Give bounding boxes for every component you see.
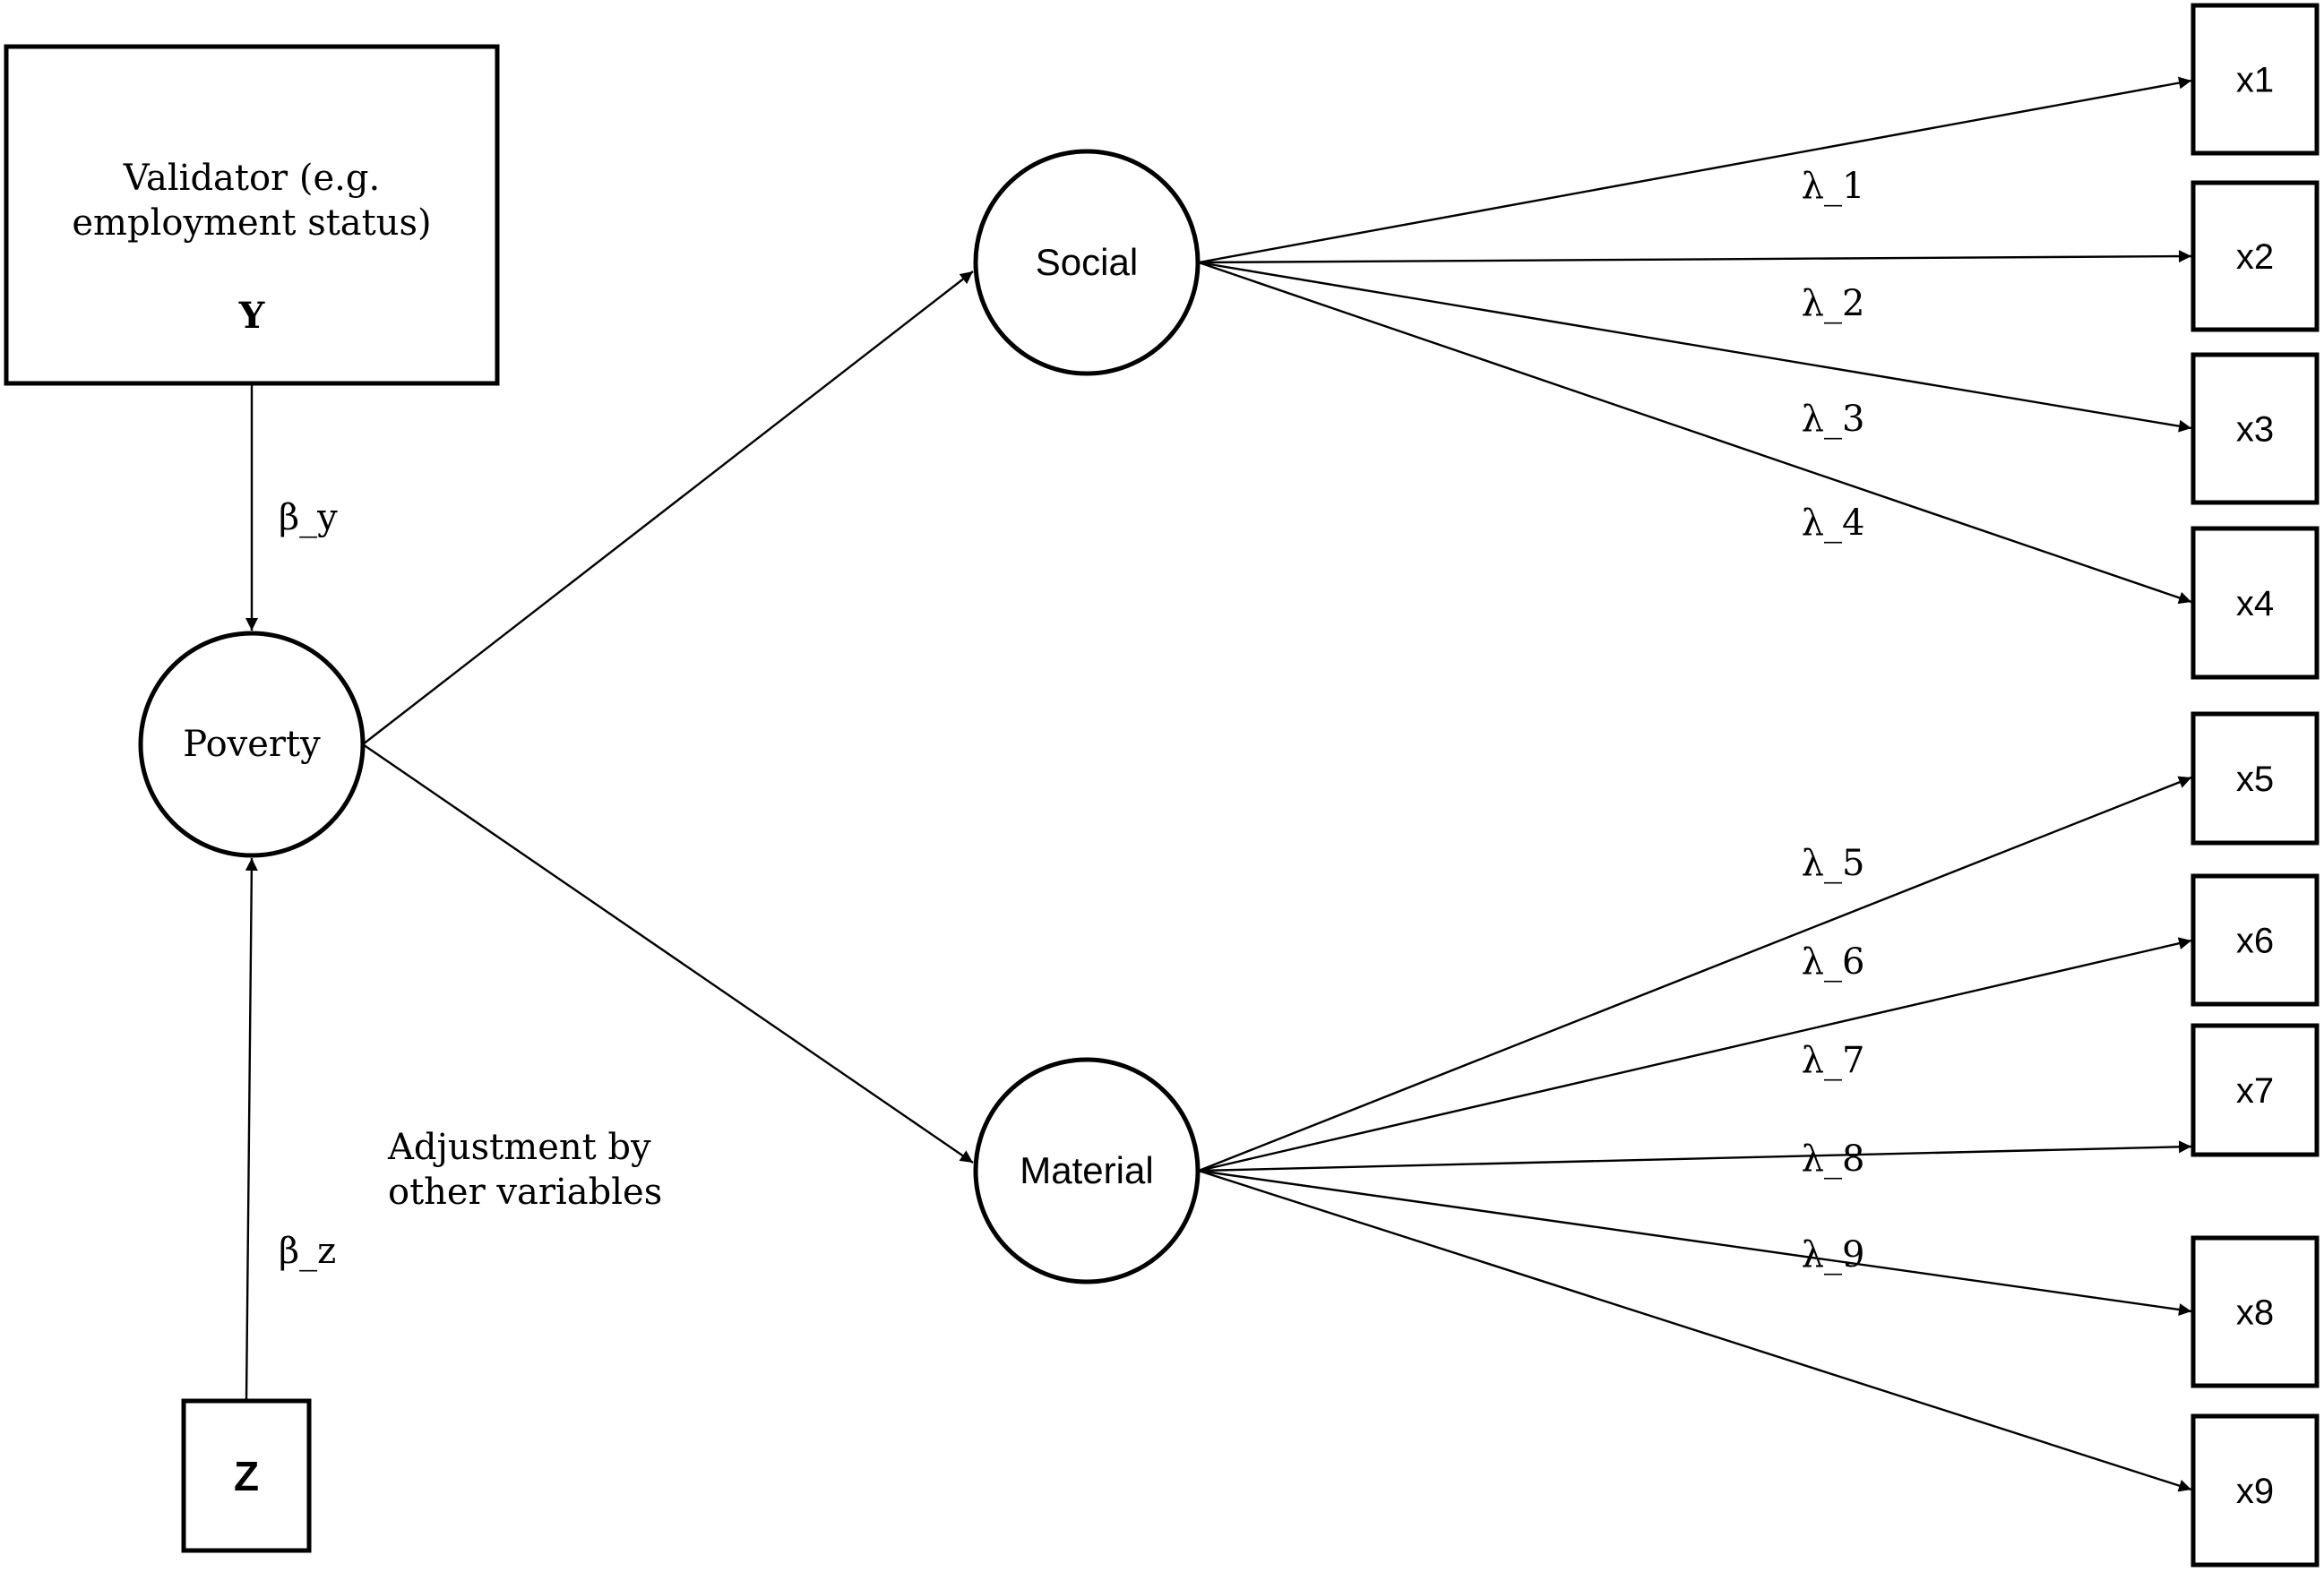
indicator-node-x4[interactable]: x4 (2191, 526, 2320, 680)
edge-social-to-x2 (1198, 250, 2192, 264)
indicator-label-x8: x8 (2236, 1293, 2274, 1333)
edge-social-to-x4 (1198, 261, 2192, 605)
edge-z-to-poverty (245, 857, 258, 1402)
indicator-node-x2[interactable]: x2 (2191, 180, 2320, 332)
indicator-node-x6[interactable]: x6 (2191, 873, 2320, 1007)
validator-node[interactable]: Validator (e.g. employment status) Y (4, 44, 500, 386)
indicator-node-x1[interactable]: x1 (2191, 3, 2320, 156)
indicator-node-x3[interactable]: x3 (2191, 352, 2320, 505)
z-node[interactable]: Z (181, 1398, 312, 1553)
loading-label-4: λ_4 (1802, 503, 1865, 544)
edge-material-to-x7 (1198, 1140, 2192, 1173)
z-label: Z (234, 1453, 259, 1499)
indicator-node-x7[interactable]: x7 (2191, 1023, 2320, 1157)
indicator-label-x4: x4 (2236, 584, 2274, 623)
loading-label-2: λ_2 (1802, 283, 1865, 324)
validator-label-line2: employment status) (72, 202, 431, 244)
edge-social-to-x3 (1198, 261, 2192, 433)
validator-symbol: Y (238, 295, 265, 337)
indicator-label-x5: x5 (2236, 760, 2274, 799)
adjustment-annotation-line1: Adjustment by (387, 1127, 651, 1168)
indicator-label-x7: x7 (2236, 1071, 2274, 1111)
adjustment-annotation-line2: other variables (388, 1172, 662, 1213)
edge-material-to-x8 (1198, 1169, 2192, 1316)
beta-y-label: β_y (279, 497, 338, 538)
loading-label-5: λ_5 (1802, 843, 1865, 884)
indicator-label-x9: x9 (2236, 1472, 2274, 1511)
loading-label-8: λ_8 (1802, 1138, 1865, 1180)
material-node[interactable]: Material (973, 1057, 1201, 1284)
edge-social-to-x1 (1198, 76, 2192, 264)
loading-label-1: λ_1 (1802, 166, 1865, 207)
loading-label-7: λ_7 (1802, 1040, 1865, 1081)
indicator-label-x3: x3 (2236, 410, 2274, 450)
edge-poverty-to-material (362, 743, 974, 1164)
poverty-node[interactable]: Poverty (138, 631, 366, 858)
edges-layer (245, 76, 2192, 1492)
loading-label-6: λ_6 (1802, 941, 1865, 983)
indicator-node-x8[interactable]: x8 (2191, 1235, 2320, 1388)
indicator-label-x1: x1 (2236, 61, 2274, 100)
indicator-label-x2: x2 (2236, 237, 2274, 277)
material-label: Material (1020, 1149, 1153, 1191)
social-node[interactable]: Social (973, 149, 1201, 376)
indicator-node-x9[interactable]: x9 (2191, 1413, 2320, 1568)
validator-label-line1: Validator (e.g. (123, 158, 380, 199)
path-diagram: Validator (e.g. employment status) Y Pov… (4, 3, 2320, 1568)
beta-z-label: β_z (279, 1231, 336, 1272)
edge-material-to-x9 (1198, 1169, 2192, 1492)
loading-label-9: λ_9 (1802, 1234, 1865, 1276)
loading-label-3: λ_3 (1802, 399, 1865, 440)
loadings-layer: λ_1 λ_2 λ_3 λ_4 λ_5 λ_6 λ_7 λ_8 λ_9 (1802, 166, 1865, 1276)
indicator-node-x5[interactable]: x5 (2191, 711, 2320, 846)
indicator-label-x6: x6 (2236, 922, 2274, 961)
social-label: Social (1036, 241, 1138, 283)
poverty-label: Poverty (183, 724, 321, 765)
indicators-layer: x1 x2 x3 x4 x5 x6 x7 x8 x9 (2191, 3, 2320, 1568)
